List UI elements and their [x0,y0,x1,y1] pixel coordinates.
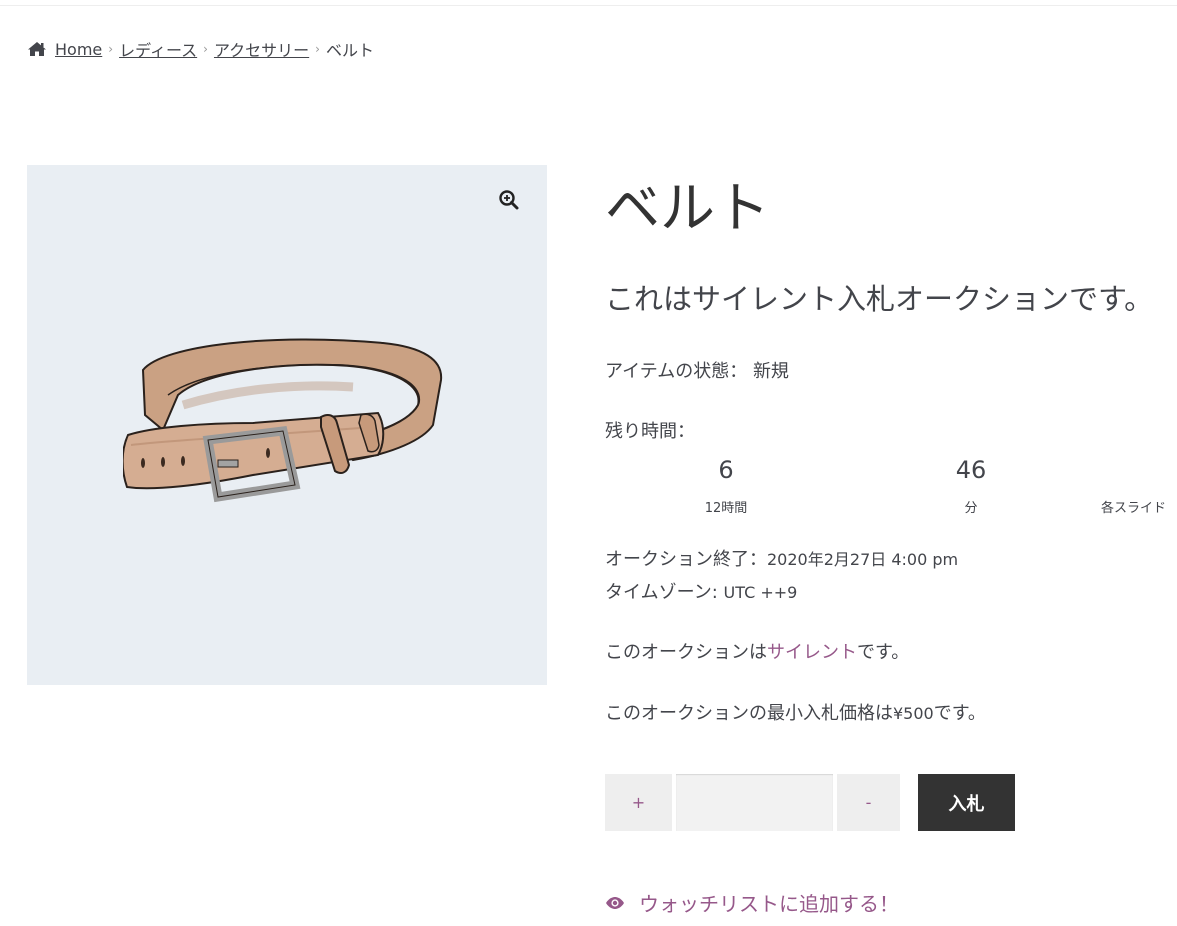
condition-value: 新規 [752,361,789,382]
countdown-minutes-label: 分 [964,501,978,516]
increase-bid-button[interactable]: + [605,774,672,831]
product-title: ベルト [605,176,771,240]
product-image-belt[interactable] [123,335,453,525]
time-left-label: 残り時間： [605,421,695,442]
condition-label: アイテムの状態： [605,361,748,382]
eye-icon [606,896,624,909]
bid-amount-input[interactable] [676,774,833,831]
product-image-gallery [27,165,547,685]
countdown-minutes-value: 46 [955,456,987,484]
countdown-hours-label: 12時間 [704,501,748,516]
timezone: タイムゾーン: UTC ++9 [605,578,797,604]
timezone-value: UTC ++9 [723,583,798,602]
breadcrumb-separator: › [315,42,320,56]
item-condition: アイテムの状態： 新規 [605,357,789,383]
breadcrumb-accessories-link[interactable]: アクセサリー [214,37,309,61]
breadcrumb-separator: › [108,42,114,56]
min-bid-prefix: このオークションの最小入札価格は [605,703,893,724]
min-bid-suffix: です。 [933,703,986,724]
breadcrumb-separator: › [203,42,208,56]
breadcrumb-home-link[interactable]: Home [55,40,102,59]
countdown-hours-value: 6 [718,456,734,484]
silent-suffix: です。 [857,642,910,663]
auction-type-notice: これはサイレント入札オークションです。 [605,282,1154,316]
auction-end-label: オークション終了： [605,549,767,570]
minimum-bid-info: このオークションの最小入札価格は¥500です。 [605,699,986,725]
auction-end-value: 2020年2月27日 4:00 pm [767,550,959,569]
timezone-label: タイムゾーン: [605,582,718,603]
breadcrumb: Home › レディース › アクセサリー › ベルト [27,37,374,61]
min-bid-value: ¥500 [893,704,934,723]
watchlist-label: ウォッチリストに追加する！ [639,892,899,916]
breadcrumb-ladies-link[interactable]: レディース [119,37,197,61]
silent-highlight: サイレント [767,642,857,663]
home-icon [28,42,46,56]
breadcrumb-current: ベルト [325,41,374,60]
place-bid-button[interactable]: 入札 [918,774,1015,831]
silent-auction-info: このオークションはサイレントです。 [605,638,909,664]
decrease-bid-button[interactable]: - [837,774,900,831]
add-to-watchlist-link[interactable]: ウォッチリストに追加する！ [605,888,899,917]
silent-prefix: このオークションは [605,642,767,663]
auction-end: オークション終了：2020年2月27日 4:00 pm [605,545,958,571]
zoom-in-icon[interactable] [498,189,520,211]
countdown-seconds-label: 各スライド [1101,501,1167,516]
header-divider [0,5,1177,6]
